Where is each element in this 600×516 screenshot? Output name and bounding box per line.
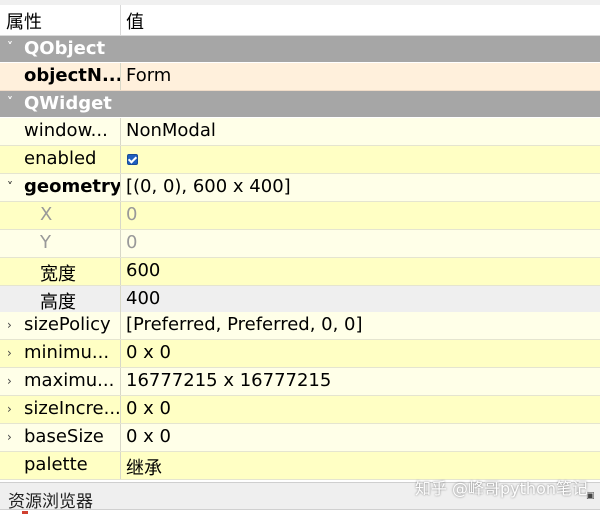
property-name: X [40,204,53,225]
property-value[interactable]: 0 x 0 [126,398,171,419]
chevron-right-icon[interactable]: › [7,403,17,415]
column-separator [120,63,121,90]
column-separator [120,368,121,395]
column-separator [120,230,121,257]
property-row-enabled[interactable]: enabled [0,146,600,174]
column-separator [120,118,121,145]
panel-content-edge [0,509,600,516]
property-value[interactable]: 0 [126,204,137,225]
enabled-checkbox[interactable] [127,154,138,165]
property-row-y[interactable]: Y 0 [0,230,600,258]
property-row-x[interactable]: X 0 [0,202,600,230]
property-value[interactable]: 16777215 x 16777215 [126,370,331,391]
property-row-minimumsize[interactable]: › minimu... 0 x 0 [0,340,600,368]
property-row-sizepolicy[interactable]: › sizePolicy [Preferred, Preferred, 0, 0… [0,312,600,340]
property-name: geometry [24,176,120,197]
property-name: Y [40,232,51,253]
property-value[interactable]: 0 x 0 [126,426,171,447]
watermark: 知乎 @峰哥python笔记 [414,479,588,498]
column-separator [120,424,121,451]
column-separator [120,174,121,201]
property-row-height[interactable]: 高度 400 [0,286,600,314]
column-separator [120,202,121,229]
property-value[interactable]: NonModal [126,120,216,141]
property-name: minimu... [24,342,110,363]
group-label: QObject [24,38,106,59]
column-separator [120,312,121,339]
chevron-down-icon[interactable]: ˅ [7,41,17,53]
property-name: sizeIncre... [24,398,120,419]
chevron-right-icon[interactable]: › [7,375,17,387]
property-row-geometry[interactable]: ˅ geometry [(0, 0), 600 x 400] [0,174,600,202]
property-name: enabled [24,148,97,169]
property-value[interactable]: Form [126,65,171,86]
group-label: QWidget [24,93,112,114]
property-value[interactable]: 0 [126,232,137,253]
property-value[interactable]: [Preferred, Preferred, 0, 0] [126,314,363,335]
property-value[interactable]: 继承 [126,454,162,480]
property-value[interactable]: 0 x 0 [126,342,171,363]
header-property[interactable]: 属性 [6,8,116,33]
property-value[interactable]: 600 [126,260,160,281]
property-name: window... [24,120,108,141]
column-separator [120,340,121,367]
column-separator [120,146,121,173]
property-table-header: 属性 值 [0,5,600,36]
property-name: maximu... [24,370,115,391]
column-separator [120,396,121,423]
property-name: 高度 [40,292,76,312]
header-value[interactable]: 值 [126,8,144,34]
column-separator [120,258,121,285]
property-value[interactable]: [(0, 0), 600 x 400] [126,176,291,197]
property-name: palette [24,454,88,475]
property-row-width[interactable]: 宽度 600 [0,258,600,286]
group-qobject[interactable]: ˅ QObject [0,36,600,62]
group-qwidget[interactable]: ˅ QWidget [0,91,600,117]
header-separator[interactable] [120,5,121,35]
property-row-maximumsize[interactable]: › maximu... 16777215 x 16777215 [0,368,600,396]
property-name: baseSize [24,426,104,447]
property-value[interactable]: 400 [126,288,160,309]
property-name: 宽度 [40,264,76,284]
chevron-right-icon[interactable]: › [7,347,17,359]
chevron-down-icon[interactable]: ˅ [7,181,17,193]
property-row-windowmodality[interactable]: window... NonModal [0,118,600,146]
chevron-down-icon[interactable]: ˅ [7,96,17,108]
column-separator [120,286,121,313]
property-name: sizePolicy [24,314,111,335]
chevron-right-icon[interactable]: › [7,431,17,443]
chevron-right-icon[interactable]: › [7,319,17,331]
column-separator [120,452,121,479]
property-row-objectname[interactable]: objectN... Form [0,63,600,91]
property-name: objectN... [24,65,120,86]
property-row-basesize[interactable]: › baseSize 0 x 0 [0,424,600,452]
property-row-sizeincrement[interactable]: › sizeIncre... 0 x 0 [0,396,600,424]
